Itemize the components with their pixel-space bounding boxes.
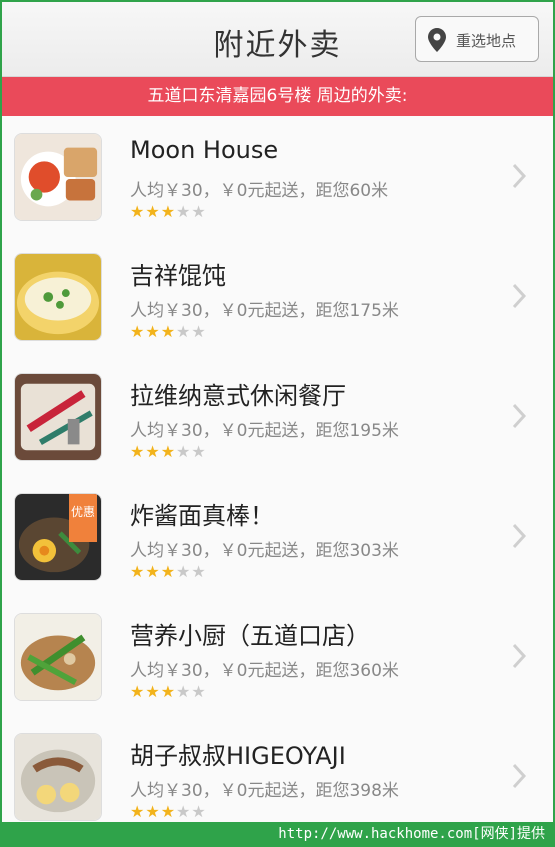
rating-stars: ★★★★★: [130, 682, 207, 701]
restaurant-thumbnail: 优惠: [14, 493, 102, 581]
restaurant-meta: 人均￥30，￥0元起送，距您60米: [130, 181, 389, 201]
map-pin-icon: [428, 28, 446, 52]
restaurant-thumbnail: [14, 373, 102, 461]
restaurant-item[interactable]: Moon House 人均￥30，￥0元起送，距您60米 ★★★★★: [2, 116, 553, 237]
restaurant-thumbnail: [14, 613, 102, 701]
rating-stars: ★★★★★: [130, 802, 207, 821]
restaurant-list: Moon House 人均￥30，￥0元起送，距您60米 ★★★★★ 吉祥馄饨 …: [2, 116, 553, 822]
restaurant-name: 营养小厨（五道口店）: [130, 622, 370, 650]
restaurant-name: 拉维纳意式休闲餐厅: [130, 382, 346, 410]
restaurant-meta: 人均￥30，￥0元起送，距您303米: [130, 541, 399, 561]
rating-stars: ★★★★★: [130, 442, 207, 461]
chevron-right-icon: [512, 163, 527, 189]
chevron-right-icon: [512, 763, 527, 789]
chevron-right-icon: [512, 283, 527, 309]
rating-stars: ★★★★★: [130, 202, 207, 221]
discount-badge: 优惠: [69, 494, 97, 542]
restaurant-meta: 人均￥30，￥0元起送，距您360米: [130, 661, 399, 681]
rating-stars: ★★★★★: [130, 322, 207, 341]
rating-stars: ★★★★★: [130, 562, 207, 581]
restaurant-meta: 人均￥30，￥0元起送，距您398米: [130, 781, 399, 801]
chevron-right-icon: [512, 403, 527, 429]
header-bar: 附近外卖 重选地点: [2, 2, 553, 77]
restaurant-name: 吉祥馄饨: [130, 262, 226, 290]
restaurant-item[interactable]: 优惠 炸酱面真棒！ 人均￥30，￥0元起送，距您303米 ★★★★★: [2, 476, 553, 597]
restaurant-item[interactable]: 拉维纳意式休闲餐厅 人均￥30，￥0元起送，距您195米 ★★★★★: [2, 356, 553, 477]
restaurant-name: Moon House: [130, 136, 279, 164]
restaurant-item[interactable]: 胡子叔叔HIGEOYAJI 人均￥30，￥0元起送，距您398米 ★★★★★: [2, 716, 553, 822]
app-frame: 附近外卖 重选地点 五道口东清嘉园6号楼 周边的外卖: Moon House 人…: [0, 0, 555, 847]
reselect-location-label: 重选地点: [456, 32, 517, 50]
restaurant-name: 炸酱面真棒！: [130, 502, 274, 530]
restaurant-item[interactable]: 吉祥馄饨 人均￥30，￥0元起送，距您175米 ★★★★★: [2, 236, 553, 357]
reselect-location-button[interactable]: 重选地点: [415, 16, 539, 62]
restaurant-name: 胡子叔叔HIGEOYAJI: [130, 742, 346, 770]
chevron-right-icon: [512, 643, 527, 669]
address-banner: 五道口东清嘉园6号楼 周边的外卖:: [2, 77, 553, 116]
restaurant-thumbnail: [14, 253, 102, 341]
restaurant-thumbnail: [14, 133, 102, 221]
restaurant-thumbnail: [14, 733, 102, 821]
chevron-right-icon: [512, 523, 527, 549]
watermark-text: http://www.hackhome.com[网侠]提供: [278, 826, 545, 842]
watermark-bar: http://www.hackhome.com[网侠]提供: [0, 822, 555, 847]
restaurant-meta: 人均￥30，￥0元起送，距您175米: [130, 301, 399, 321]
restaurant-meta: 人均￥30，￥0元起送，距您195米: [130, 421, 399, 441]
restaurant-item[interactable]: 营养小厨（五道口店） 人均￥30，￥0元起送，距您360米 ★★★★★: [2, 596, 553, 717]
